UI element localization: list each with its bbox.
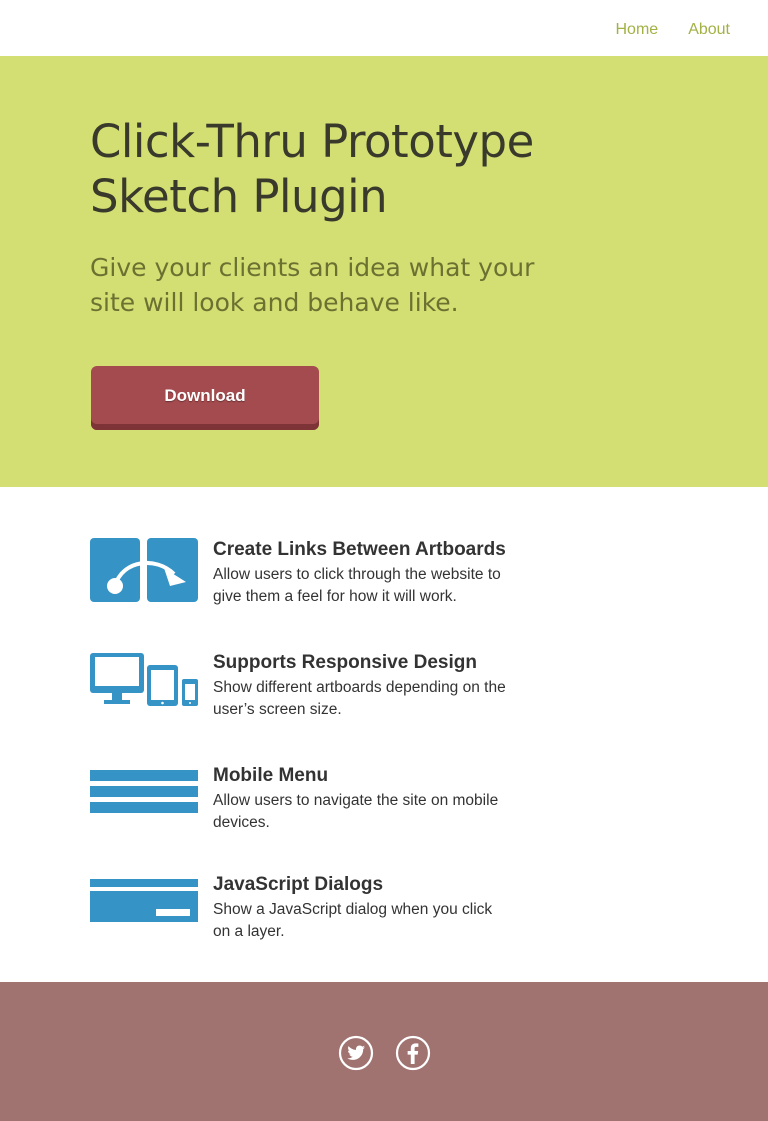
- hero-subtitle: Give your clients an idea what your site…: [90, 250, 570, 320]
- hero-title-line1: Click-Thru Prototype: [90, 115, 534, 168]
- hero-subtitle-line2: site will look and behave like.: [90, 288, 459, 317]
- feature-text: Mobile Menu Allow users to navigate the …: [213, 764, 533, 834]
- hero-subtitle-line1: Give your clients an idea what your: [90, 253, 535, 282]
- hero-section: Click-Thru Prototype Sketch Plugin Give …: [0, 56, 768, 487]
- dialog-box-icon: [90, 879, 198, 922]
- feature-desc-line2: on a layer.: [213, 923, 285, 940]
- feature-text: Create Links Between Artboards Allow use…: [213, 538, 533, 608]
- feature-desc-line1: Show a JavaScript dialog when you click: [213, 901, 493, 918]
- feature-artboard-links: Create Links Between Artboards Allow use…: [90, 538, 550, 618]
- twitter-icon[interactable]: [338, 1035, 374, 1071]
- artboard-links-icon: [90, 538, 198, 602]
- responsive-devices-icon: [90, 653, 198, 706]
- feature-text: Supports Responsive Design Show differen…: [213, 651, 533, 721]
- feature-title: Supports Responsive Design: [213, 652, 477, 673]
- download-button[interactable]: Download: [91, 366, 319, 430]
- feature-title: JavaScript Dialogs: [213, 874, 384, 895]
- feature-title: Mobile Menu: [213, 765, 329, 786]
- facebook-icon[interactable]: [395, 1035, 431, 1071]
- hamburger-menu-icon: [90, 770, 198, 813]
- feature-mobile-menu: Mobile Menu Allow users to navigate the …: [90, 764, 550, 844]
- feature-description: Show different artboards depending on th…: [213, 677, 533, 721]
- feature-desc-line2: give them a feel for how it will work.: [213, 588, 457, 605]
- feature-javascript-dialogs: JavaScript Dialogs Show a JavaScript dia…: [90, 873, 550, 953]
- feature-description: Allow users to navigate the site on mobi…: [213, 790, 533, 834]
- feature-desc-line1: Allow users to click through the website…: [213, 566, 501, 583]
- footer: [0, 982, 768, 1121]
- nav-links: Home About: [616, 21, 731, 39]
- feature-description: Allow users to click through the website…: [213, 564, 533, 608]
- hero-title-line2: Sketch Plugin: [90, 170, 388, 223]
- nav-link-about[interactable]: About: [688, 21, 730, 39]
- feature-desc-line1: Allow users to navigate the site on mobi…: [213, 792, 499, 809]
- feature-desc-line2: user’s screen size.: [213, 701, 342, 718]
- feature-text: JavaScript Dialogs Show a JavaScript dia…: [213, 873, 533, 943]
- feature-responsive-design: Supports Responsive Design Show differen…: [90, 651, 550, 731]
- feature-desc-line1: Show different artboards depending on th…: [213, 679, 506, 696]
- feature-desc-line2: devices.: [213, 814, 270, 831]
- features-section: Create Links Between Artboards Allow use…: [0, 487, 768, 982]
- hero-title: Click-Thru Prototype Sketch Plugin: [90, 114, 650, 224]
- top-nav: Home About: [0, 0, 768, 56]
- nav-link-home[interactable]: Home: [616, 21, 659, 39]
- feature-title: Create Links Between Artboards: [213, 539, 506, 560]
- feature-description: Show a JavaScript dialog when you click …: [213, 899, 533, 943]
